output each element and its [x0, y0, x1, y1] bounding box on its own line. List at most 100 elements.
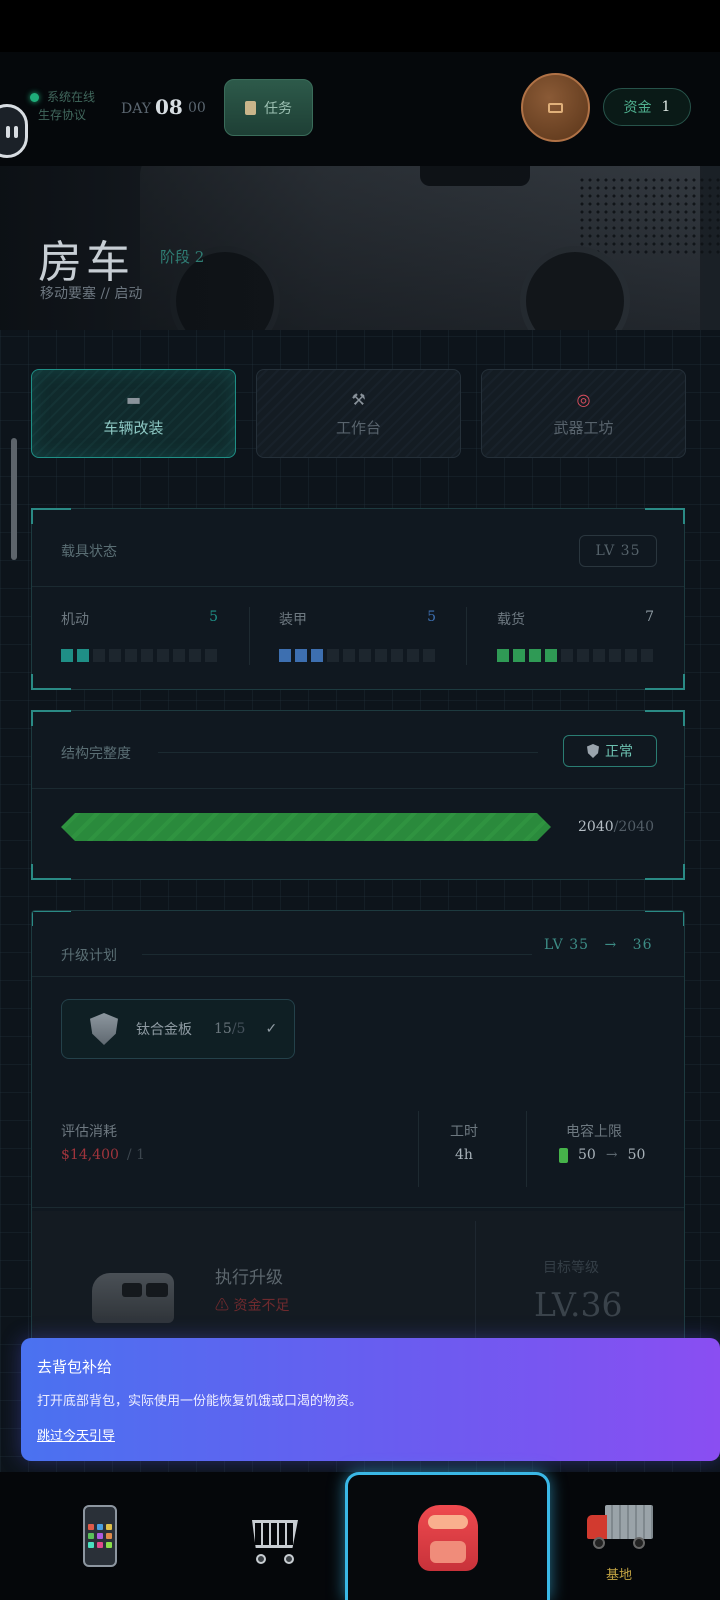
cost-value: $14,400/ 1 — [61, 1147, 145, 1163]
stat-segment — [279, 649, 291, 662]
funds-value: 1 — [661, 99, 671, 115]
nav-base-label: 基地 — [606, 1568, 633, 1583]
vehicle-status-panel: 载具状态 LV 35 机动 5 装甲 5 载货 7 — [31, 508, 685, 690]
stat-segment — [189, 649, 201, 662]
tab-vehicle-mod[interactable]: ▬ 车辆改装 — [31, 369, 236, 458]
cost-label: 评估消耗 — [61, 1124, 117, 1140]
stat-bar — [497, 649, 653, 662]
stat-segment — [295, 649, 307, 662]
guide-toast[interactable]: 去背包补给 打开底部背包，实际使用一份能恢复饥饿或口渴的物资。 跳过今天引导 — [21, 1338, 720, 1461]
stat-segment — [141, 649, 153, 662]
integrity-value: 2040/2040 — [578, 819, 654, 835]
level-badge: LV 35 — [579, 535, 657, 567]
funds-badge[interactable]: 资金 1 — [603, 88, 691, 126]
handle-grip-icon — [6, 126, 10, 138]
day-number: 08 — [155, 95, 183, 119]
stat-segment — [529, 649, 541, 662]
stat-segment — [641, 649, 653, 662]
panel-title: 结构完整度 — [61, 746, 131, 762]
hero-subtitle: 移动要塞 // 启动 — [40, 286, 143, 302]
status-bar — [0, 0, 720, 52]
stat-segment — [407, 649, 419, 662]
panel-title: 载具状态 — [61, 544, 117, 560]
stat-segment — [577, 649, 589, 662]
protocol-text: 生存协议 — [38, 108, 87, 122]
integrity-bar — [61, 813, 551, 841]
clipboard-icon — [245, 100, 256, 115]
stat-segment — [125, 649, 137, 662]
stat-segment — [625, 649, 637, 662]
phone-icon — [83, 1505, 117, 1567]
system-status-text: 系统在线 — [47, 90, 96, 104]
stat-segment — [343, 649, 355, 662]
time-label: 工时 — [450, 1124, 478, 1140]
truck-icon — [587, 1505, 653, 1553]
nav-backpack[interactable] — [345, 1472, 550, 1600]
material-item[interactable]: 钛合金板 15/5 ✓ — [61, 999, 295, 1059]
online-indicator-icon — [30, 93, 39, 102]
skip-guide-link[interactable]: 跳过今天引导 — [37, 1425, 115, 1444]
stat-segment — [109, 649, 121, 662]
stat-segment — [423, 649, 435, 662]
capacity-value: 50 → 50 — [559, 1147, 645, 1163]
stat-segment — [375, 649, 387, 662]
panel-title: 升级计划 — [61, 948, 117, 964]
task-button[interactable]: 任务 — [224, 79, 313, 136]
tab-weapon-workshop[interactable]: ◎ 武器工坊 — [481, 369, 686, 458]
day-label: DAY — [121, 101, 152, 117]
shield-icon — [587, 744, 599, 758]
execute-upgrade-label: 执行升级 — [215, 1268, 283, 1288]
tab-label: 武器工坊 — [553, 418, 614, 437]
upgrade-plan-panel: 升级计划 LV 35 → 36 钛合金板 15/5 ✓ 评估消耗 $14,400… — [31, 910, 685, 1350]
van-icon: ▬ — [125, 389, 142, 409]
target-level-value: LV.36 — [534, 1285, 623, 1324]
stat-segment — [61, 649, 73, 662]
target-icon: ◎ — [576, 389, 591, 409]
target-level-label: 目标等级 — [543, 1260, 599, 1276]
insufficient-funds-warning: ⚠ 资金不足 — [215, 1298, 290, 1314]
integrity-panel: 结构完整度 正常 2040/2040 — [31, 710, 685, 880]
page-title: 房车 — [38, 237, 134, 288]
stat-segment — [359, 649, 371, 662]
stage-label: 阶段 2 — [160, 248, 205, 266]
check-icon: ✓ — [265, 1021, 278, 1037]
stat-segment — [173, 649, 185, 662]
stat-segment — [545, 649, 557, 662]
radio-button[interactable] — [521, 73, 590, 142]
stat-segment — [157, 649, 169, 662]
stat-segment — [561, 649, 573, 662]
stat-segment — [593, 649, 605, 662]
handle-grip-icon — [14, 126, 18, 138]
stat-segment — [205, 649, 217, 662]
stat-bar — [279, 649, 435, 662]
radio-icon — [548, 102, 563, 113]
tab-label: 工作台 — [335, 418, 381, 437]
tab-workbench[interactable]: ⚒ 工作台 — [256, 369, 461, 458]
scrollbar[interactable] — [11, 438, 17, 560]
cart-icon — [244, 1506, 306, 1566]
stat-segment — [77, 649, 89, 662]
stat-segment — [93, 649, 105, 662]
tab-label: 车辆改装 — [103, 418, 164, 437]
stat-segment — [497, 649, 509, 662]
stat-bar — [61, 649, 217, 662]
stat-segment — [609, 649, 621, 662]
stat-segment — [513, 649, 525, 662]
day-hour: 00 — [188, 100, 206, 116]
task-button-label: 任务 — [264, 100, 292, 117]
funds-label: 资金 — [623, 100, 652, 116]
nav-phone[interactable] — [10, 1472, 190, 1600]
capacity-label: 电容上限 — [566, 1124, 622, 1140]
stat-segment — [391, 649, 403, 662]
backpack-icon — [417, 1504, 478, 1571]
stat-segment — [311, 649, 323, 662]
shield-icon — [90, 1013, 118, 1045]
guide-title: 去背包补给 — [37, 1358, 113, 1376]
time-value: 4h — [455, 1147, 473, 1163]
tools-icon: ⚒ — [351, 389, 366, 409]
battery-icon — [559, 1147, 568, 1163]
nav-shop[interactable] — [185, 1472, 365, 1600]
stat-segment — [327, 649, 339, 662]
upgrade-level-range: LV 35 → 36 — [544, 937, 653, 953]
hero-banner: 房车 阶段 2 移动要塞 // 启动 — [0, 166, 720, 330]
